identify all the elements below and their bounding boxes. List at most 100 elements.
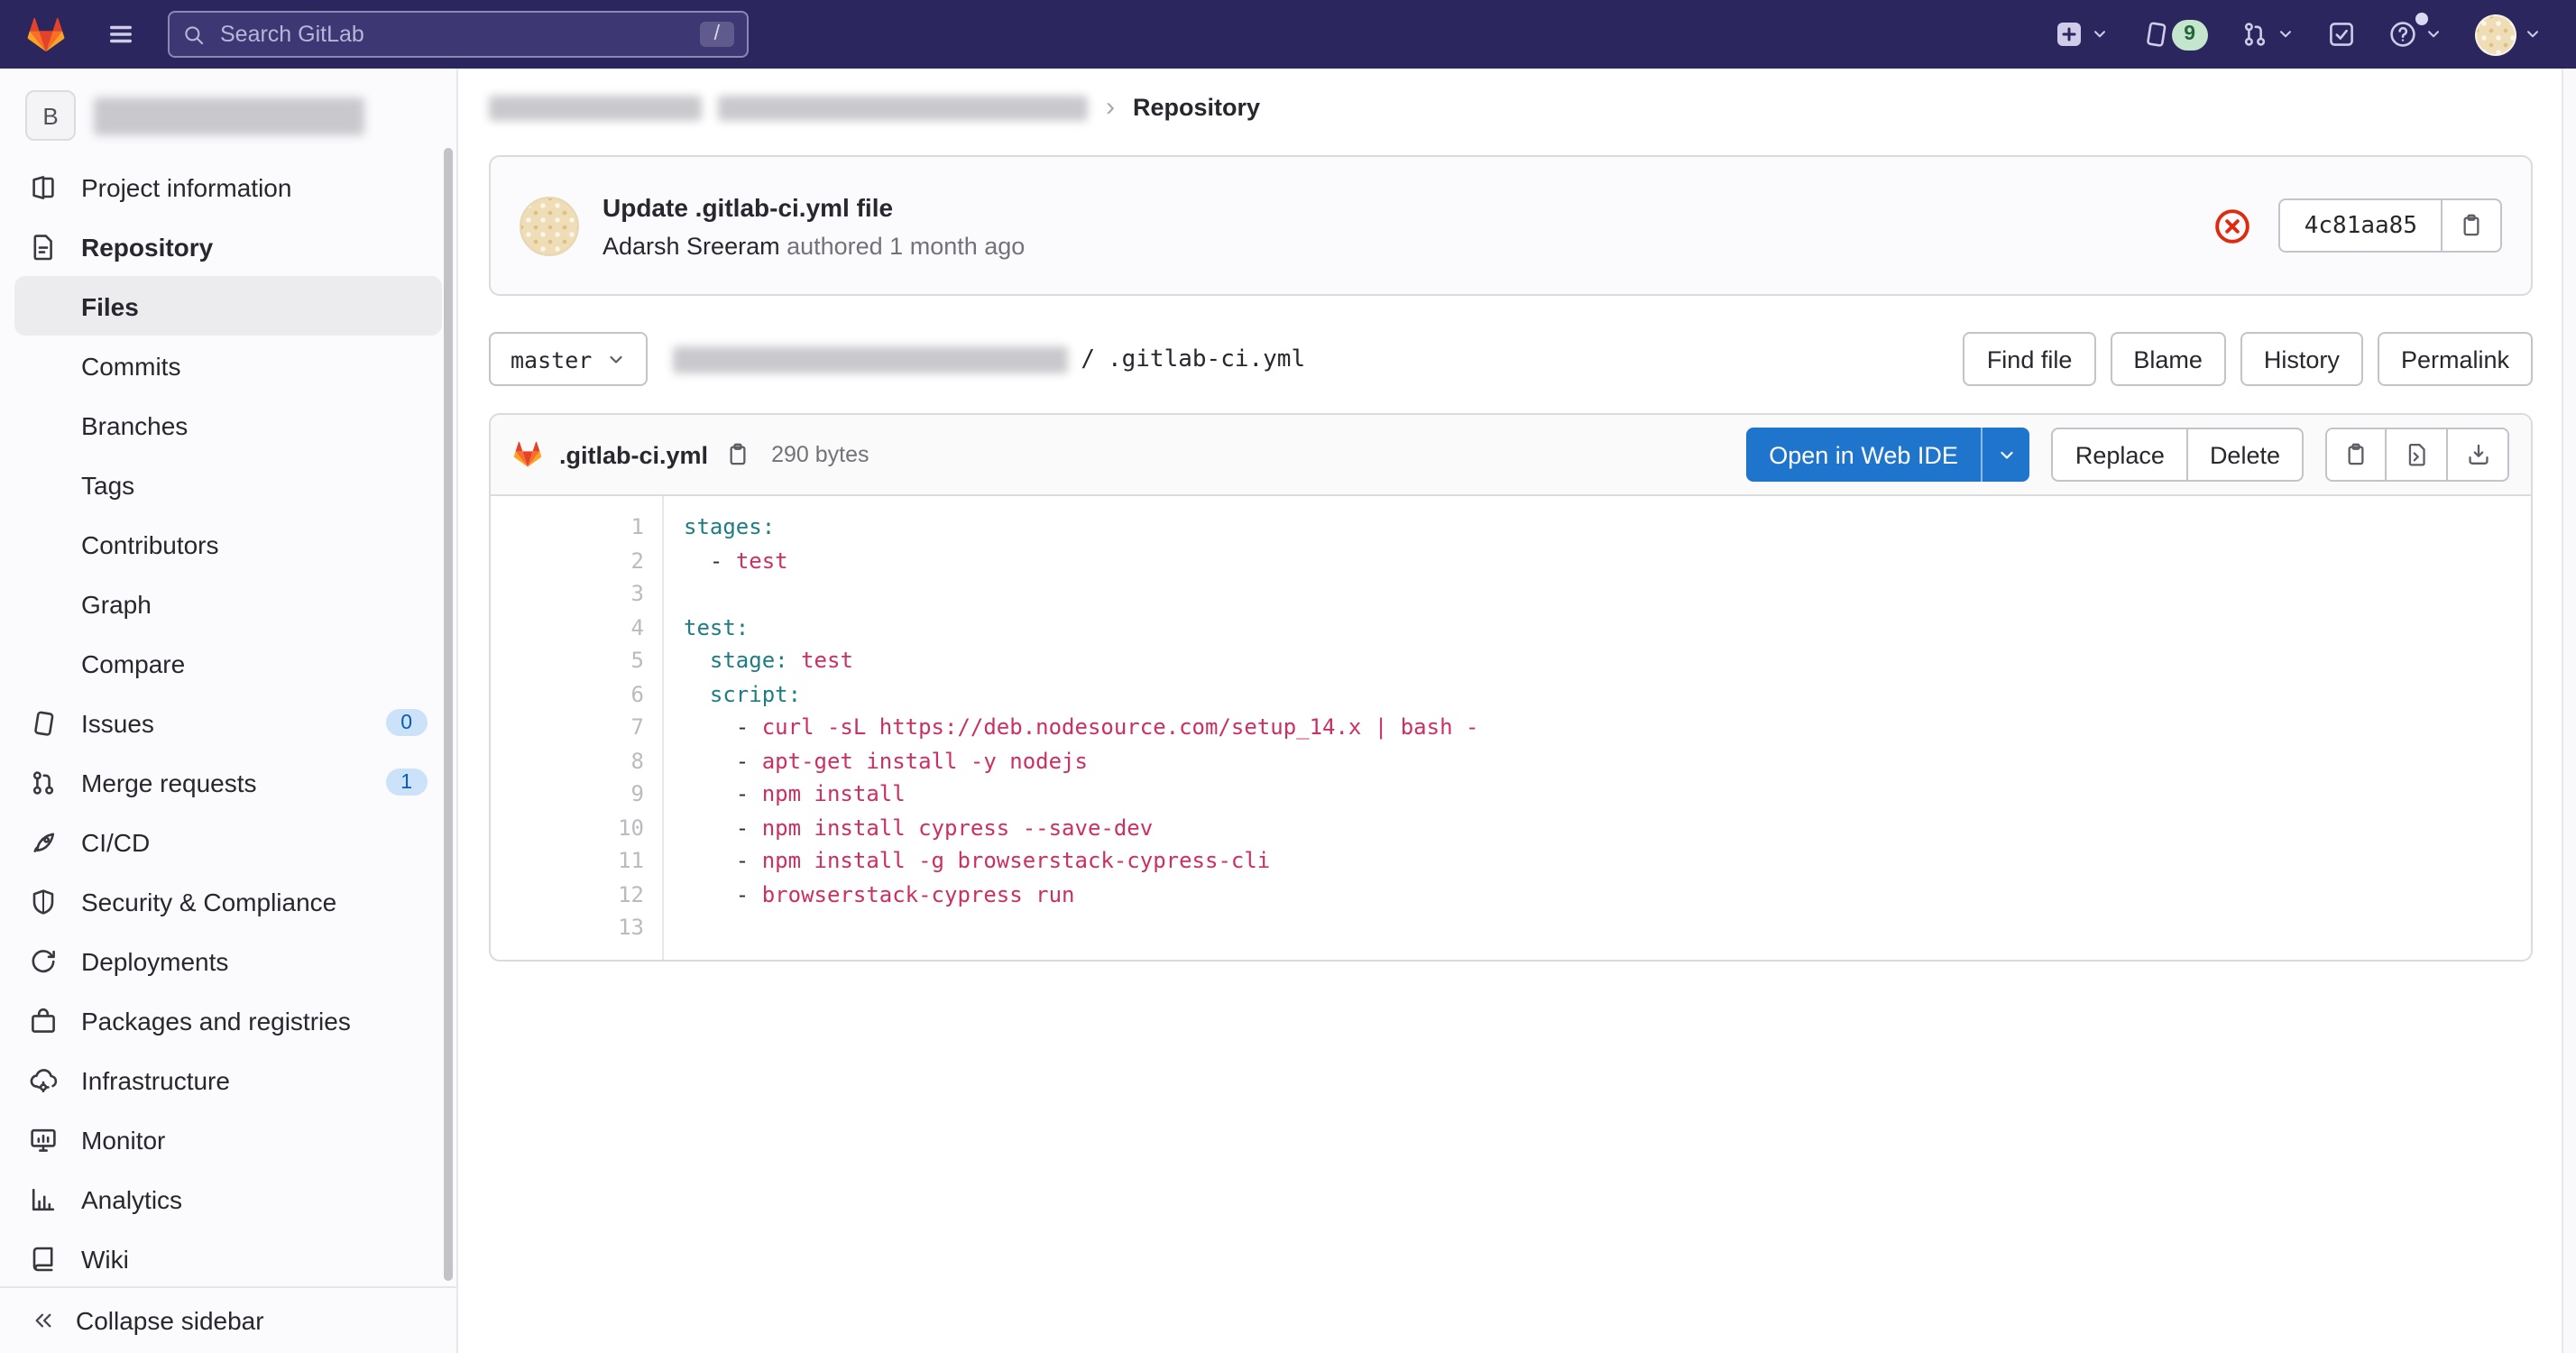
line-number-5[interactable]: 5 (491, 644, 662, 677)
commit-title-link[interactable]: Update .gitlab-ci.yml file (603, 192, 1025, 221)
copy-sha-button[interactable] (2441, 198, 2502, 253)
sidebar-item-graph[interactable]: Graph (14, 574, 442, 633)
user-menu-button[interactable] (2466, 6, 2551, 62)
help-menu-button[interactable] (2379, 13, 2452, 56)
line-number-11[interactable]: 11 (491, 844, 662, 878)
sidebar-item-label: CI/CD (81, 827, 150, 856)
sidebar-item-contributors[interactable]: Contributors (14, 514, 442, 574)
breadcrumb-project-redacted[interactable] (718, 95, 1088, 120)
todos-button[interactable] (2318, 13, 2365, 56)
file-size: 290 bytes (771, 442, 869, 467)
history-button[interactable]: History (2240, 332, 2363, 386)
copy-file-path-icon[interactable] (724, 442, 750, 467)
branch-selector[interactable]: master (489, 332, 648, 386)
search-box[interactable]: / (168, 11, 749, 58)
line-number-3[interactable]: 3 (491, 577, 662, 611)
sidebar-item-deployments[interactable]: Deployments (14, 931, 442, 990)
copy-contents-button[interactable] (2325, 428, 2387, 482)
gitlab-logo-icon[interactable] (25, 15, 67, 53)
open-web-ide-button[interactable]: Open in Web IDE (1745, 428, 1982, 482)
line-number-12[interactable]: 12 (491, 878, 662, 911)
line-number-9[interactable]: 9 (491, 778, 662, 811)
pipeline-failed-icon[interactable] (2214, 207, 2252, 244)
merge-request-icon (29, 768, 58, 796)
path-separator: / (1081, 345, 1095, 373)
line-number-6[interactable]: 6 (491, 677, 662, 711)
file-viewer-card: .gitlab-ci.yml 290 bytes Open in Web IDE… (489, 413, 2533, 961)
sidebar-item-project-information[interactable]: Project information (14, 157, 442, 216)
code-row: 6 script: (491, 677, 2531, 711)
sidebar-item-commits[interactable]: Commits (14, 336, 442, 395)
web-ide-dropdown-button[interactable] (1982, 428, 2030, 482)
sidebar-scrollbar-thumb[interactable] (444, 148, 453, 1281)
chevron-down-icon (2524, 25, 2542, 43)
sidebar-item-label: Commits (81, 351, 180, 380)
line-number-8[interactable]: 8 (491, 744, 662, 778)
sidebar-item-monitor[interactable]: Monitor (14, 1109, 442, 1169)
sidebar-item-label: Branches (81, 410, 188, 439)
collapse-sidebar-label: Collapse sidebar (76, 1306, 264, 1335)
sidebar-item-wiki[interactable]: Wiki (14, 1229, 442, 1288)
code-row: 1stages: (491, 511, 2531, 544)
commit-author-link[interactable]: Adarsh Sreeram (603, 232, 780, 259)
replace-button[interactable]: Replace (2052, 428, 2188, 482)
sidebar-item-tags[interactable]: Tags (14, 455, 442, 514)
sidebar-item-security-compliance[interactable]: Security & Compliance (14, 871, 442, 931)
file-name: .gitlab-ci.yml (559, 441, 708, 468)
sidebar-item-label: Files (81, 291, 139, 320)
sidebar-item-ci-cd[interactable]: CI/CD (14, 812, 442, 871)
code-line-10: - npm install cypress --save-dev (662, 811, 1153, 844)
permalink-button[interactable]: Permalink (2378, 332, 2533, 386)
sidebar-item-files[interactable]: Files (14, 276, 442, 336)
line-number-7[interactable]: 7 (491, 711, 662, 744)
project-switcher[interactable]: B (0, 69, 456, 157)
commit-right-group: 4c81aa85 (2214, 198, 2502, 253)
open-raw-button[interactable] (2387, 428, 2448, 482)
branch-name: master (511, 345, 592, 373)
line-number-1[interactable]: 1 (491, 511, 662, 544)
sidebar-item-label: Issues (81, 708, 154, 737)
line-number-13[interactable]: 13 (491, 911, 662, 944)
sidebar-item-packages-and-registries[interactable]: Packages and registries (14, 990, 442, 1050)
sidebar-item-merge-requests[interactable]: Merge requests1 (14, 752, 442, 812)
help-question-icon (2388, 20, 2417, 49)
search-input[interactable] (216, 20, 700, 49)
code-line-13 (662, 911, 684, 944)
line-number-10[interactable]: 10 (491, 811, 662, 844)
page-scrollbar-track[interactable] (2562, 69, 2576, 1353)
sidebar-item-repository[interactable]: Repository (14, 216, 442, 276)
sidebar-item-label: Repository (81, 232, 213, 261)
sidebar-item-infrastructure[interactable]: Infrastructure (14, 1050, 442, 1109)
issues-count-badge: 9 (2171, 19, 2208, 50)
new-menu-button[interactable] (2045, 13, 2117, 56)
code-row: 2 - test (491, 544, 2531, 577)
code-row: 8 - apt-get install -y nodejs (491, 744, 2531, 778)
replace-delete-group: Replace Delete (2052, 428, 2304, 482)
menu-button[interactable] (97, 13, 144, 56)
sidebar-item-compare[interactable]: Compare (14, 633, 442, 693)
collapse-sidebar-button[interactable]: Collapse sidebar (0, 1286, 456, 1353)
sidebar-item-branches[interactable]: Branches (14, 395, 442, 455)
top-navbar: / 9 (0, 0, 2576, 69)
sidebar-item-issues[interactable]: Issues0 (14, 693, 442, 752)
blame-button[interactable]: Blame (2110, 332, 2226, 386)
package-icon (29, 1006, 58, 1035)
merge-requests-menu-button[interactable] (2231, 13, 2304, 56)
line-number-4[interactable]: 4 (491, 611, 662, 644)
merge-request-icon (2240, 20, 2269, 49)
issues-count-button[interactable]: 9 (2131, 12, 2217, 57)
sidebar-item-analytics[interactable]: Analytics (14, 1169, 442, 1229)
find-file-button[interactable]: Find file (1964, 332, 2096, 386)
line-number-2[interactable]: 2 (491, 544, 662, 577)
commit-author-avatar[interactable] (520, 196, 579, 255)
path-file-name[interactable]: .gitlab-ci.yml (1108, 345, 1305, 373)
repo-path-redacted[interactable] (673, 345, 1068, 373)
breadcrumb-group-redacted[interactable] (489, 95, 702, 120)
code-line-4: test: (662, 611, 749, 644)
chart-icon (29, 1184, 58, 1213)
code-row: 3 (491, 577, 2531, 611)
delete-button[interactable]: Delete (2188, 428, 2304, 482)
sidebar-item-label: Infrastructure (81, 1065, 230, 1094)
download-button[interactable] (2448, 428, 2509, 482)
clipboard-icon (2343, 442, 2369, 467)
